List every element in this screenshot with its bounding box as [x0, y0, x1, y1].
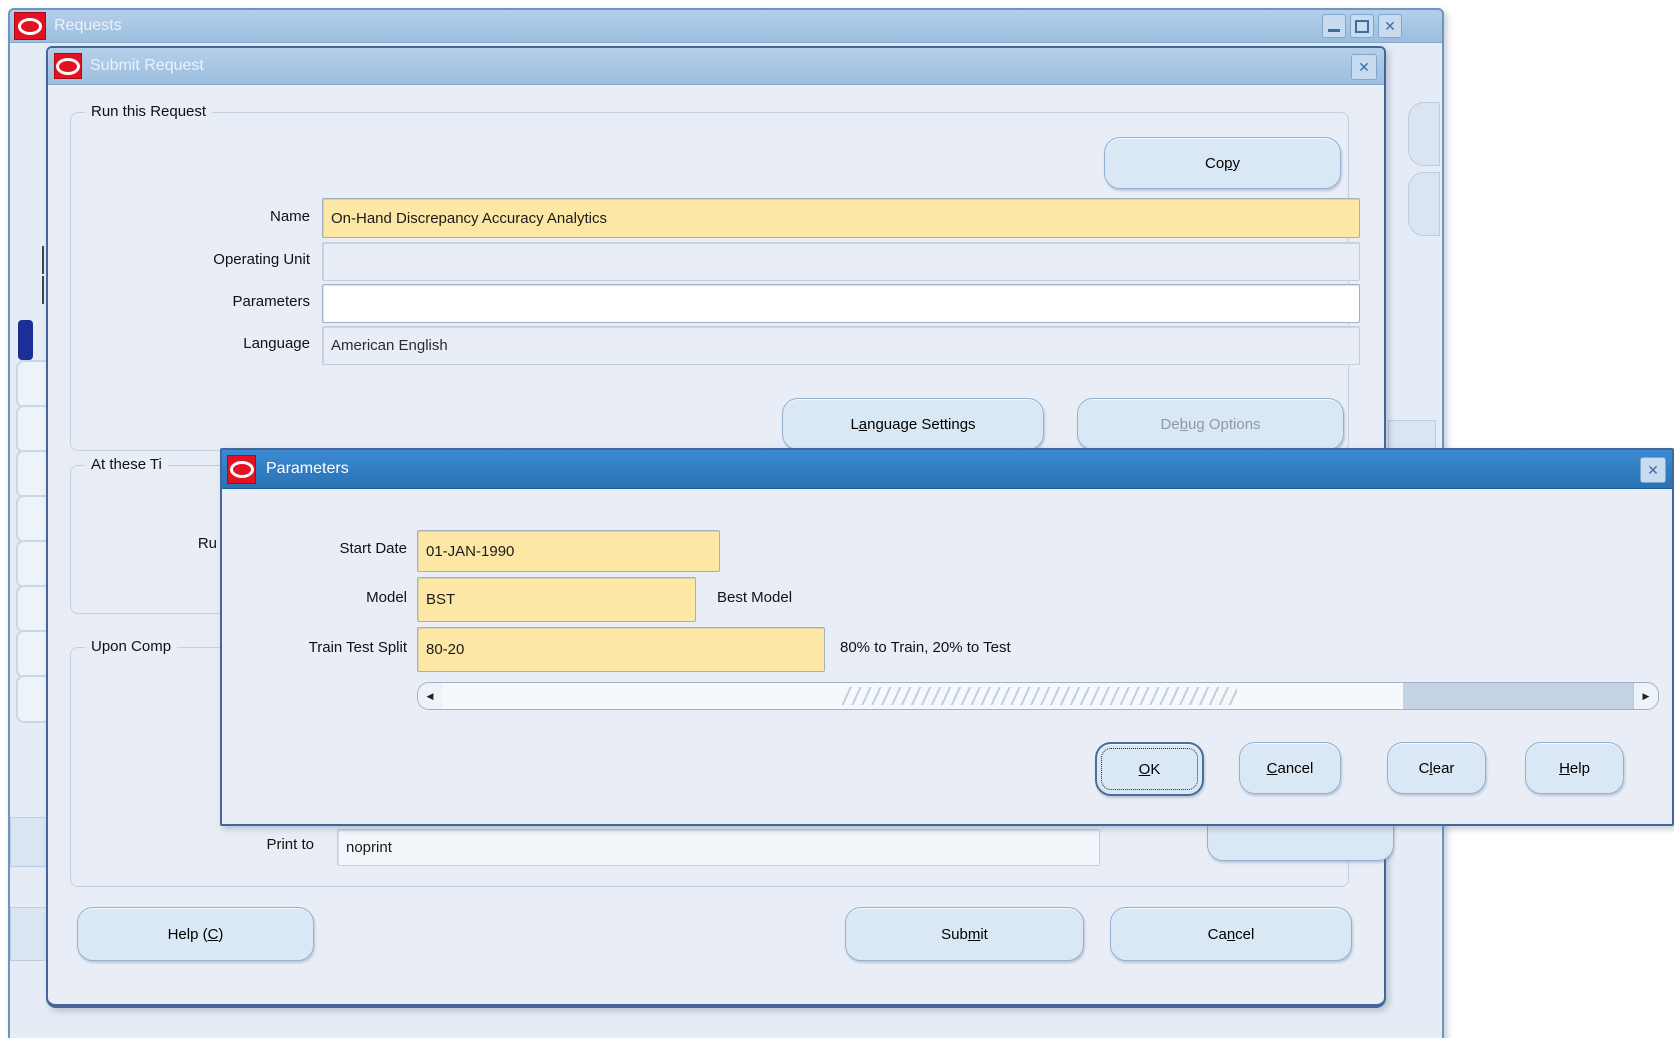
dialog-help-button[interactable]: Help: [1525, 742, 1624, 794]
run-this-request-label: Run this Request: [85, 103, 212, 120]
minimize-button[interactable]: [1322, 14, 1346, 38]
parameters-dialog: Parameters ✕ Start Date 01-JAN-1990 Mode…: [220, 448, 1674, 826]
language-settings-button[interactable]: Language Settings: [782, 398, 1044, 450]
oracle-logo-icon: [14, 12, 46, 40]
model-description: Best Model: [717, 589, 1017, 606]
close-button[interactable]: ✕: [1378, 14, 1402, 38]
clear-button[interactable]: Clear: [1387, 742, 1486, 794]
cancel-button[interactable]: Cancel: [1110, 907, 1352, 961]
close-icon[interactable]: ✕: [1640, 457, 1666, 483]
scrollbar-thumb[interactable]: [442, 683, 1404, 709]
submit-button[interactable]: Submit: [845, 907, 1084, 961]
operating-unit-field[interactable]: [322, 242, 1360, 281]
operating-unit-label: Operating Unit: [108, 251, 310, 268]
scrollbar-grip-texture: [842, 687, 1237, 705]
train-test-split-field[interactable]: 80-20: [417, 627, 825, 672]
train-test-split-label: Train Test Split: [234, 639, 407, 656]
scroll-right-icon[interactable]: ▶: [1633, 683, 1658, 709]
scroll-left-icon[interactable]: ◀: [418, 683, 443, 709]
submit-request-window-title: Submit Request: [90, 57, 204, 75]
start-date-field[interactable]: 01-JAN-1990: [417, 530, 720, 572]
submit-request-titlebar[interactable]: Submit Request ✕: [48, 48, 1384, 85]
debug-options-button[interactable]: Debug Options: [1077, 398, 1344, 450]
ok-button[interactable]: OK: [1095, 742, 1204, 796]
language-field[interactable]: American English: [322, 326, 1360, 365]
background-button-fragment: [1408, 102, 1440, 166]
name-field[interactable]: On-Hand Discrepancy Accuracy Analytics: [322, 198, 1360, 238]
help-button[interactable]: Help (C): [77, 907, 314, 961]
screen: Requests ✕ Submit Request ✕ Run t: [0, 0, 1674, 1038]
requests-window-title: Requests: [54, 17, 122, 35]
run-the-job-label: Ru: [148, 535, 217, 552]
text-cursor-mark: [42, 276, 44, 304]
horizontal-scrollbar[interactable]: ◀ ▶: [417, 682, 1659, 710]
requests-titlebar[interactable]: Requests ✕: [10, 10, 1442, 43]
parameters-dialog-title: Parameters: [266, 460, 349, 478]
start-date-label: Start Date: [242, 540, 407, 557]
print-to-field[interactable]: noprint: [337, 829, 1100, 866]
maximize-button[interactable]: [1350, 14, 1374, 38]
scrollbar-track[interactable]: [1403, 683, 1634, 709]
parameters-field[interactable]: [322, 284, 1360, 323]
parameters-titlebar[interactable]: Parameters ✕: [222, 450, 1672, 489]
model-field[interactable]: BST: [417, 577, 696, 622]
language-label: Language: [108, 335, 310, 352]
close-icon[interactable]: ✕: [1351, 54, 1377, 80]
dialog-cancel-button[interactable]: Cancel: [1239, 742, 1341, 794]
model-label: Model: [242, 589, 407, 606]
oracle-logo-icon: [227, 455, 256, 484]
background-button-fragment: [1408, 172, 1440, 236]
oracle-logo-icon: [54, 53, 82, 79]
upon-completion-label: Upon Comp: [85, 638, 177, 655]
options-button-fragment[interactable]: [1207, 824, 1394, 861]
at-these-times-label: At these Ti: [85, 456, 168, 473]
print-to-label: Print to: [192, 836, 314, 853]
copy-button[interactable]: Copy: [1104, 137, 1341, 189]
selected-record-indicator: [18, 320, 33, 360]
text-cursor-mark: [42, 246, 44, 274]
name-label: Name: [108, 208, 310, 225]
parameters-label: Parameters: [108, 293, 310, 310]
train-test-split-description: 80% to Train, 20% to Test: [840, 639, 1240, 656]
